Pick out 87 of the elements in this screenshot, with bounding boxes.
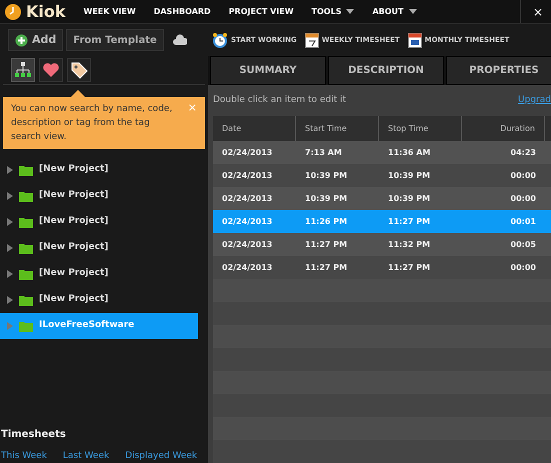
table-cell-text: 02/24/2013	[221, 170, 274, 182]
folder-icon	[19, 268, 33, 280]
table-cell-text: 02/24/2013	[221, 262, 274, 274]
panel-tab[interactable]: SUMMARY	[210, 56, 326, 85]
table-cell-text: 00:00	[510, 262, 537, 274]
view-toggle-button[interactable]	[11, 58, 35, 82]
table-cell-text: 11:27 PM	[304, 262, 348, 274]
table-cell-text: 02/24/2013	[221, 238, 274, 250]
table-row[interactable]: 02/24/2013 10:39 PM 10:39 PM 00:00	[213, 187, 551, 210]
table-cell-text: 7:13 AM	[304, 146, 343, 158]
project-name: [New Project]	[39, 189, 108, 202]
table-cell-text: 10:39 PM	[304, 192, 348, 204]
table-cell-text: 11:27 PM	[387, 262, 432, 274]
project-name: [New Project]	[39, 267, 108, 280]
table-cell-text: 02/24/2013	[221, 146, 274, 158]
folder-icon	[19, 190, 33, 202]
table-cell-text: 00:00	[510, 192, 537, 204]
project-tree-item[interactable]: [New Project]	[0, 235, 198, 261]
table-cell-text: 10:39 PM	[387, 192, 432, 204]
view-toggle-button[interactable]	[67, 58, 91, 82]
panel-tab[interactable]: DESCRIPTION	[328, 56, 444, 85]
expand-arrow-icon	[7, 322, 13, 330]
timesheet-link[interactable]: Last Week	[62, 451, 110, 463]
hierarchy-icon	[14, 62, 32, 78]
table-cell-text: 11:27 PM	[387, 216, 432, 228]
folder-icon	[19, 294, 33, 306]
tag-icon	[70, 61, 88, 79]
expand-arrow-icon	[7, 296, 13, 304]
folder-icon	[19, 320, 33, 332]
table-cell-text: 00:00	[510, 170, 537, 182]
expand-arrow-icon	[7, 218, 13, 226]
folder-icon	[19, 242, 33, 254]
table-cell-text: 11:32 PM	[387, 238, 432, 250]
add-button[interactable]: Add	[8, 29, 64, 51]
table-cell-text: 11:36 AM	[387, 146, 432, 158]
calendar-icon	[408, 32, 422, 48]
table-cell-text: 04:23	[510, 146, 537, 158]
project-name: [New Project]	[39, 215, 108, 228]
table-row[interactable]: 02/24/2013 7:13 AM 11:36 AM 04:23	[213, 141, 551, 164]
heart-icon	[42, 62, 60, 78]
project-name: [New Project]	[39, 293, 108, 306]
table-cell-text: 00:01	[510, 216, 537, 228]
folder-icon	[19, 164, 33, 176]
project-name: ILoveFreeSoftware	[39, 319, 134, 332]
edit-hint: Double click an item to edit it	[213, 94, 346, 107]
timesheets-heading: Timesheets	[1, 428, 67, 442]
alarm-clock-icon	[212, 32, 228, 48]
panel-tab[interactable]: PROPERTIES	[446, 56, 551, 85]
table-cell-text: 02/24/2013	[221, 216, 274, 228]
from-template-button[interactable]: From Template	[66, 29, 164, 51]
expand-arrow-icon	[7, 270, 13, 278]
table-cell-text: 11:26 PM	[304, 216, 348, 228]
view-toggle-button[interactable]	[39, 58, 63, 82]
table-cell-text: 10:39 PM	[387, 170, 432, 182]
project-tree-item[interactable]: [New Project]	[0, 183, 198, 209]
table-row[interactable]: 02/24/2013 11:27 PM 11:27 PM 00:00	[213, 256, 551, 279]
project-tree-item[interactable]: [New Project]	[0, 209, 198, 235]
app-logo: Kiok	[26, 0, 66, 22]
expand-arrow-icon	[7, 244, 13, 252]
expand-arrow-icon	[7, 166, 13, 174]
project-tree-item[interactable]: [New Project]	[0, 157, 198, 183]
table-row[interactable]: 02/24/2013 11:27 PM 11:32 PM 00:05	[213, 233, 551, 256]
folder-icon	[19, 216, 33, 228]
table-row[interactable]: 02/24/2013 10:39 PM 10:39 PM 00:00	[213, 164, 551, 187]
table-cell-text: 00:05	[510, 238, 537, 250]
table-cell-text: 11:27 PM	[304, 238, 348, 250]
tip-text: You can now search by name, code, description or tag from the tag search view.	[11, 103, 174, 144]
project-tree-item[interactable]: [New Project]	[0, 261, 198, 287]
timesheet-link[interactable]: This Week	[1, 451, 47, 463]
nav-menu-item[interactable]: PROJECT VIEW	[228, 6, 294, 18]
clock-logo-icon	[4, 2, 22, 20]
table-cell-text: 10:39 PM	[304, 170, 348, 182]
nav-menu-item[interactable]: ABOUT	[372, 6, 416, 18]
project-name: [New Project]	[39, 163, 108, 176]
nav-menu-item[interactable]: DASHBOARD	[154, 6, 211, 18]
close-button[interactable]: ×	[528, 2, 547, 20]
expand-arrow-icon	[7, 192, 13, 200]
calendar-icon	[304, 32, 319, 48]
project-tree-item[interactable]: [New Project]	[0, 287, 198, 313]
timesheet-link[interactable]: Displayed Week	[125, 451, 198, 463]
cloud-icon	[172, 33, 187, 47]
nav-menu-item[interactable]: TOOLS	[312, 6, 354, 18]
project-name: [New Project]	[39, 241, 108, 254]
table-cell-text: 02/24/2013	[221, 192, 274, 204]
plus-icon	[15, 34, 28, 46]
nav-menu-item[interactable]: WEEK VIEW	[84, 6, 136, 18]
upgrade-link[interactable]: Upgrad	[518, 94, 551, 108]
